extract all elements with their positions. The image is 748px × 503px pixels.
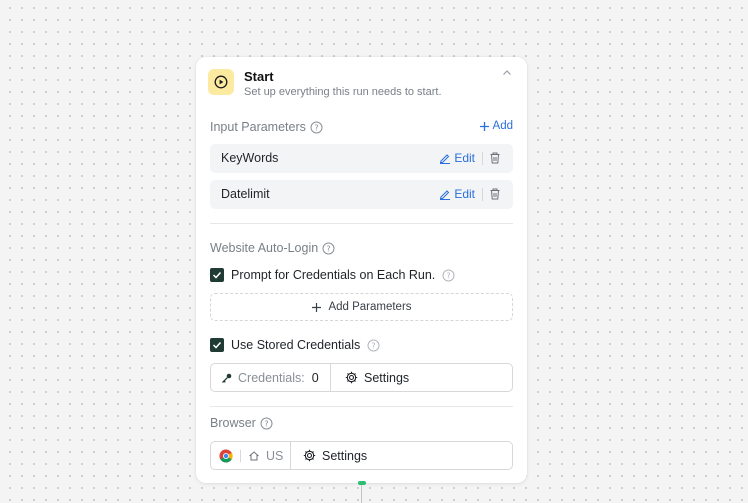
gear-icon <box>345 371 358 384</box>
section-divider <box>210 223 513 224</box>
browser-label: Browser <box>210 416 256 430</box>
start-header: Start Set up everything this run needs t… <box>208 69 515 99</box>
input-parameters-label: Input Parameters <box>210 120 306 134</box>
add-parameter-label: Add <box>492 120 513 132</box>
output-port[interactable] <box>358 481 366 485</box>
help-icon[interactable]: ? <box>310 121 323 134</box>
parameter-row: KeyWords Edit <box>210 144 513 173</box>
help-icon[interactable]: ? <box>367 339 380 352</box>
section-divider <box>210 406 513 407</box>
row-divider <box>482 188 483 201</box>
input-parameters-heading: Input Parameters ? <box>210 120 323 134</box>
help-icon[interactable]: ? <box>442 269 455 282</box>
credentials-box: Credentials: 0 Settings <box>210 363 513 392</box>
chevron-up-icon[interactable] <box>499 65 515 81</box>
help-icon[interactable]: ? <box>260 417 273 430</box>
credentials-settings-label: Settings <box>364 370 410 385</box>
edit-label: Edit <box>454 187 475 201</box>
add-parameters-button[interactable]: Add Parameters <box>210 293 513 321</box>
help-icon[interactable]: ? <box>322 242 335 255</box>
gear-icon <box>303 449 316 462</box>
parameter-name: Datelimit <box>221 187 270 201</box>
start-title: Start <box>244 69 274 84</box>
trash-icon[interactable] <box>488 151 502 165</box>
auto-login-label: Website Auto-Login <box>210 241 319 255</box>
chrome-icon <box>219 449 233 463</box>
parameter-name: KeyWords <box>221 151 279 165</box>
svg-text:?: ? <box>264 419 268 428</box>
add-parameter-button[interactable]: Add <box>479 120 513 132</box>
pencil-icon <box>440 154 451 164</box>
browser-settings-button[interactable]: Settings <box>303 442 367 469</box>
checkmark-icon <box>212 271 222 279</box>
key-icon <box>222 373 232 383</box>
browser-region: US <box>266 448 284 463</box>
parameter-row: Datelimit Edit <box>210 180 513 209</box>
checkmark-icon <box>212 341 222 349</box>
svg-text:?: ? <box>447 271 451 280</box>
browser-box: US Settings <box>210 441 513 470</box>
start-subtitle: Set up everything this run needs to star… <box>244 86 442 98</box>
add-parameters-label: Add Parameters <box>328 301 412 313</box>
trash-icon[interactable] <box>488 187 502 201</box>
credentials-count: 0 <box>311 370 319 385</box>
svg-text:?: ? <box>314 123 318 132</box>
plus-icon <box>479 121 489 131</box>
edit-label: Edit <box>454 151 475 165</box>
svg-text:?: ? <box>372 341 376 350</box>
edit-parameter-button[interactable]: Edit <box>439 151 475 165</box>
auto-login-heading: Website Auto-Login ? <box>210 241 335 255</box>
prompt-credentials-label: Prompt for Credentials on Each Run. <box>231 268 436 282</box>
browser-divider <box>240 449 241 462</box>
credentials-count-field: Credentials: 0 <box>211 364 331 391</box>
credentials-settings-button[interactable]: Settings <box>345 364 409 391</box>
stored-credentials-checkbox[interactable] <box>210 338 224 352</box>
prompt-credentials-checkbox[interactable] <box>210 268 224 282</box>
row-divider <box>482 152 483 165</box>
prompt-credentials-option: Prompt for Credentials on Each Run. ? <box>210 268 455 282</box>
home-icon <box>249 450 259 460</box>
play-circle-icon <box>208 69 234 95</box>
browser-info: US <box>211 442 291 469</box>
svg-text:?: ? <box>327 244 331 253</box>
start-node-card: Start Set up everything this run needs t… <box>196 57 527 483</box>
browser-heading: Browser ? <box>210 416 273 430</box>
stored-credentials-option: Use Stored Credentials ? <box>210 338 380 352</box>
pencil-icon <box>440 190 451 200</box>
connector-line <box>361 485 362 503</box>
browser-settings-label: Settings <box>322 448 368 463</box>
edit-parameter-button[interactable]: Edit <box>439 187 475 201</box>
plus-icon <box>312 302 322 312</box>
stored-credentials-label: Use Stored Credentials <box>231 338 361 352</box>
credentials-label: Credentials: <box>238 370 305 385</box>
